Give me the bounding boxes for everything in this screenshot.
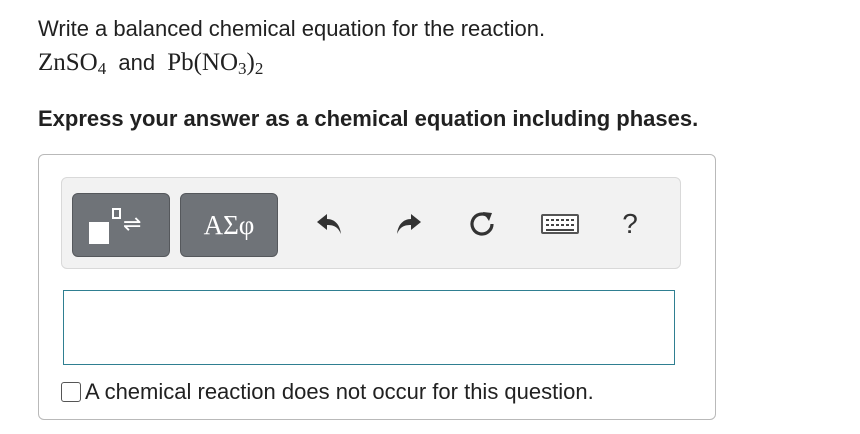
equation-toolbar: ⇌ ΑΣφ ? bbox=[61, 177, 681, 269]
templates-reaction-icon bbox=[89, 222, 109, 244]
answer-instruction: Express your answer as a chemical equati… bbox=[38, 106, 699, 131]
reactant-2: Pb(NO3)2 bbox=[167, 49, 264, 78]
reset-button[interactable] bbox=[460, 202, 504, 246]
no-reaction-checkbox[interactable] bbox=[61, 382, 81, 402]
reactant-1: ZnSO4 bbox=[38, 49, 107, 78]
redo-button[interactable] bbox=[386, 202, 430, 246]
equilibrium-arrows-icon: ⇌ bbox=[123, 211, 142, 236]
keyboard-icon bbox=[541, 214, 579, 234]
keyboard-button[interactable] bbox=[538, 202, 582, 246]
redo-icon bbox=[397, 214, 421, 234]
templates-button[interactable]: ⇌ bbox=[72, 193, 170, 257]
equation-input[interactable] bbox=[63, 290, 675, 365]
question-prompt: Write a balanced chemical equation for t… bbox=[38, 16, 546, 41]
no-reaction-option[interactable]: A chemical reaction does not occur for t… bbox=[61, 377, 594, 407]
no-reaction-label: A chemical reaction does not occur for t… bbox=[85, 379, 594, 404]
answer-panel: ⇌ ΑΣφ ? A chemical reaction does not occ… bbox=[38, 154, 716, 420]
reactant-connector: and bbox=[118, 50, 156, 75]
reset-icon bbox=[470, 212, 494, 236]
template-box-icon bbox=[112, 208, 121, 219]
help-button[interactable]: ? bbox=[608, 202, 652, 246]
undo-button[interactable] bbox=[308, 202, 352, 246]
reactants-line: ZnSO4 and Pb(NO3)2 bbox=[38, 48, 263, 78]
greek-symbols-button[interactable]: ΑΣφ bbox=[180, 193, 278, 257]
undo-icon bbox=[317, 214, 341, 234]
